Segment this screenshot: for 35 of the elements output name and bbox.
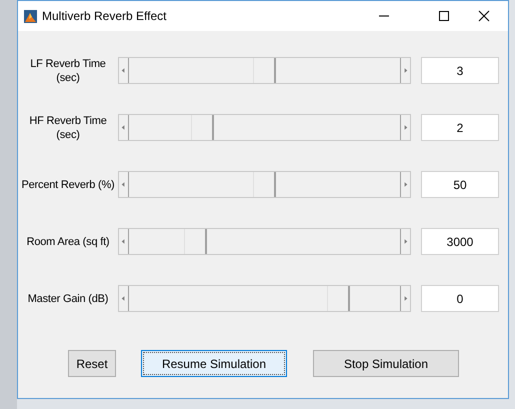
slider-thumb[interactable]: [253, 172, 276, 197]
value-field[interactable]: 2: [421, 114, 499, 141]
slider-thumb[interactable]: [253, 58, 276, 83]
app-icon: [24, 10, 37, 22]
value-field[interactable]: 0: [421, 285, 499, 312]
right-arrow-icon[interactable]: [400, 286, 410, 311]
scroll-slider[interactable]: [118, 285, 411, 312]
action-button[interactable]: Stop Simulation: [313, 350, 459, 377]
slider-label: Room Area (sq ft): [26, 234, 110, 248]
right-arrow-icon[interactable]: [400, 172, 410, 197]
left-arrow-icon[interactable]: [119, 115, 129, 140]
slider-label: LF Reverb Time (sec): [29, 56, 107, 84]
slider-thumb[interactable]: [327, 286, 350, 311]
slider-label: Percent Reverb (%): [20, 178, 116, 192]
value-field[interactable]: 50: [421, 171, 499, 198]
scroll-slider[interactable]: [118, 228, 411, 255]
scroll-slider[interactable]: [118, 57, 411, 84]
right-arrow-icon[interactable]: [400, 58, 410, 83]
window-title: Multiverb Reverb Effect: [42, 8, 166, 25]
slider-thumb[interactable]: [184, 229, 207, 254]
action-button[interactable]: Resume Simulation: [141, 350, 287, 377]
slider-thumb[interactable]: [191, 115, 214, 140]
scroll-slider[interactable]: [118, 114, 411, 141]
slider-label: HF Reverb Time (sec): [28, 114, 108, 142]
value-field[interactable]: 3000: [421, 228, 499, 255]
right-arrow-icon[interactable]: [400, 115, 410, 140]
slider-label: Master Gain (dB): [26, 292, 110, 306]
left-arrow-icon[interactable]: [119, 229, 129, 254]
left-arrow-icon[interactable]: [119, 58, 129, 83]
left-arrow-icon[interactable]: [119, 172, 129, 197]
action-button[interactable]: Reset: [68, 350, 116, 377]
scroll-slider[interactable]: [118, 171, 411, 198]
right-arrow-icon[interactable]: [400, 229, 410, 254]
value-field[interactable]: 3: [421, 57, 499, 84]
left-arrow-icon[interactable]: [119, 286, 129, 311]
